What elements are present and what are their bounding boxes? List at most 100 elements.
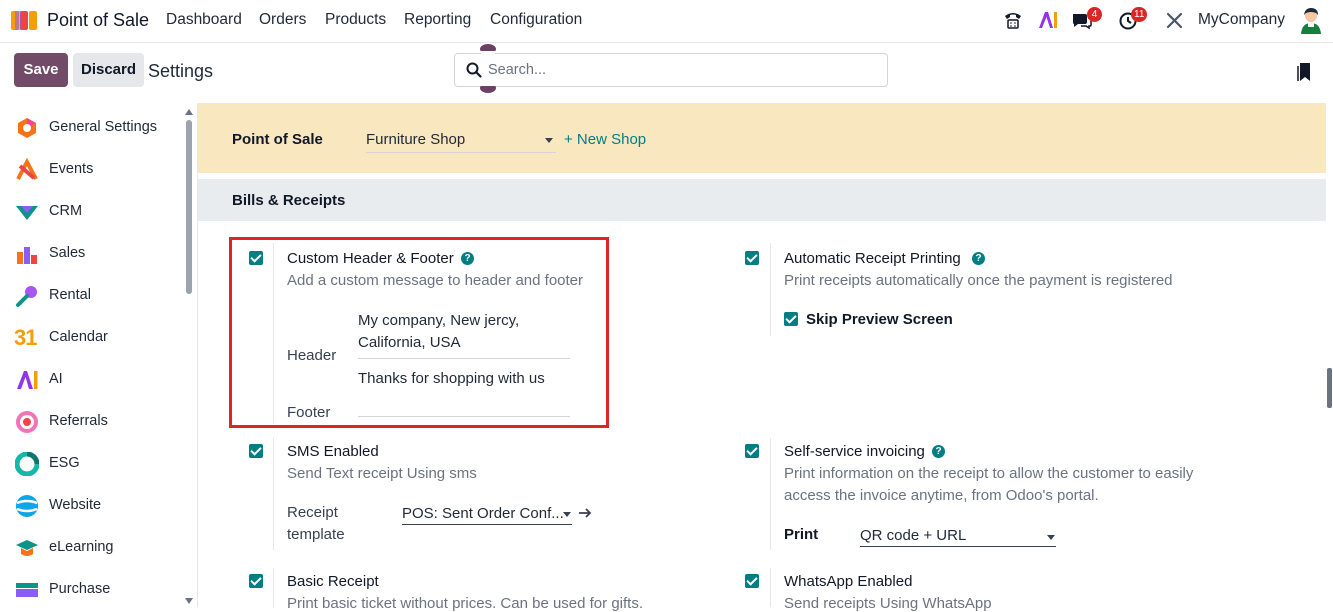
footer-label: Footer bbox=[287, 404, 331, 421]
header-field-underline bbox=[358, 358, 570, 359]
discard-button[interactable]: Discard bbox=[73, 53, 144, 87]
sidebar-item-crm[interactable]: CRM bbox=[0, 190, 180, 232]
pos-app-icon[interactable] bbox=[11, 9, 38, 31]
phone-icon[interactable] bbox=[1003, 11, 1023, 29]
scroll-up-icon[interactable] bbox=[184, 108, 194, 116]
custom-header-footer-checkbox[interactable] bbox=[249, 251, 263, 265]
main-scrollbar[interactable] bbox=[1327, 368, 1332, 408]
app-name[interactable]: Point of Sale bbox=[47, 10, 149, 31]
esg-icon bbox=[15, 452, 39, 476]
purchase-icon bbox=[16, 583, 38, 597]
calendar-icon: 31 bbox=[14, 325, 38, 350]
scroll-down-icon[interactable] bbox=[184, 597, 194, 605]
sidebar-item-ai[interactable]: AI bbox=[0, 358, 180, 400]
sidebar-item-label: CRM bbox=[49, 203, 83, 219]
sidebar-item-purchase[interactable]: Purchase bbox=[0, 568, 180, 610]
print-select[interactable]: QR code + URL bbox=[860, 527, 966, 544]
setting-divider bbox=[770, 243, 771, 336]
skip-preview-label: Skip Preview Screen bbox=[806, 311, 953, 328]
sidebar-item-label: Events bbox=[49, 161, 94, 177]
search-icon bbox=[466, 62, 482, 78]
auto-receipt-checkbox[interactable] bbox=[745, 251, 759, 265]
sidebar-item-sales[interactable]: Sales bbox=[0, 232, 180, 274]
setting-divider bbox=[273, 243, 274, 423]
self-service-title: Self-service invoicing bbox=[784, 443, 925, 460]
breadcrumb-settings: Settings bbox=[148, 61, 214, 81]
bookmark-icon[interactable] bbox=[1297, 62, 1313, 82]
sidebar-item-label: General Settings bbox=[49, 119, 158, 135]
help-icon[interactable]: ? bbox=[932, 445, 945, 458]
save-button[interactable]: Save bbox=[14, 53, 68, 87]
sales-icon bbox=[17, 247, 37, 264]
shop-selector-bar: Point of Sale Furniture Shop + New Shop bbox=[198, 103, 1326, 173]
user-avatar[interactable] bbox=[1297, 6, 1325, 34]
search-input[interactable]: Search... bbox=[488, 62, 546, 78]
skip-preview-checkbox[interactable] bbox=[784, 312, 798, 326]
help-icon[interactable]: ? bbox=[461, 252, 474, 265]
chevron-down-icon[interactable] bbox=[545, 138, 553, 143]
search-bar[interactable]: Search... bbox=[454, 53, 888, 87]
section-header: Bills & Receipts bbox=[198, 179, 1326, 221]
menu-configuration[interactable]: Configuration bbox=[490, 11, 582, 29]
sidebar-item-rental[interactable]: Rental bbox=[0, 274, 180, 316]
sidebar-item-calendar[interactable]: 31 Calendar bbox=[0, 316, 180, 358]
self-service-desc-1: Print information on the receipt to allo… bbox=[784, 465, 1194, 482]
crm-icon bbox=[16, 206, 38, 220]
company-switcher[interactable]: MyCompany bbox=[1198, 11, 1285, 29]
sms-enabled-checkbox[interactable] bbox=[249, 444, 263, 458]
sidebar-item-website[interactable]: Website bbox=[0, 484, 180, 526]
sidebar-item-label: Sales bbox=[49, 245, 86, 261]
auto-receipt-title: Automatic Receipt Printing bbox=[784, 250, 961, 267]
menu-dashboard[interactable]: Dashboard bbox=[166, 11, 242, 29]
section-title: Bills & Receipts bbox=[232, 192, 346, 209]
basic-receipt-checkbox[interactable] bbox=[249, 574, 263, 588]
elearning-icon bbox=[16, 540, 38, 556]
menu-orders[interactable]: Orders bbox=[259, 11, 306, 29]
self-service-desc-2: access the invoice anytime, from Odoo's … bbox=[784, 487, 1099, 504]
basic-receipt-desc: Print basic ticket without prices. Can b… bbox=[287, 595, 643, 612]
setting-divider bbox=[770, 568, 771, 607]
sidebar-item-label: ESG bbox=[49, 455, 80, 471]
sidebar-item-general-settings[interactable]: General Settings bbox=[0, 106, 180, 148]
chevron-down-icon[interactable] bbox=[1047, 535, 1055, 540]
self-service-checkbox[interactable] bbox=[745, 444, 759, 458]
debug-tools-icon[interactable] bbox=[1166, 12, 1183, 29]
sidebar-item-label: Purchase bbox=[49, 581, 111, 597]
header-text-line2[interactable]: California, USA bbox=[358, 334, 461, 351]
drag-handle-bottom-icon bbox=[480, 82, 496, 93]
sidebar-item-elearning[interactable]: eLearning bbox=[0, 526, 180, 568]
sidebar-item-esg[interactable]: ESG bbox=[0, 442, 180, 484]
shop-select[interactable]: Furniture Shop bbox=[366, 131, 465, 148]
custom-header-footer-desc: Add a custom message to header and foote… bbox=[287, 272, 584, 289]
receipt-template-label: Receipt bbox=[287, 504, 338, 521]
sidebar-item-label: Calendar bbox=[49, 329, 108, 345]
settings-sidebar: General Settings Events CRM Sales Rental… bbox=[0, 103, 198, 607]
sidebar-scrollbar[interactable] bbox=[186, 120, 192, 294]
events-icon bbox=[16, 158, 38, 180]
activity-badge: 11 bbox=[1131, 7, 1148, 22]
general-settings-icon bbox=[18, 118, 36, 138]
whatsapp-checkbox[interactable] bbox=[745, 574, 759, 588]
help-icon[interactable]: ? bbox=[972, 252, 985, 265]
print-select-underline bbox=[860, 546, 1056, 547]
sidebar-item-referrals[interactable]: Referrals bbox=[0, 400, 180, 442]
setting-divider bbox=[273, 568, 274, 607]
website-icon bbox=[16, 495, 38, 517]
ai-icon[interactable] bbox=[1038, 11, 1058, 29]
arrow-right-icon[interactable] bbox=[578, 507, 592, 519]
footer-text[interactable]: Thanks for shopping with us bbox=[358, 370, 545, 387]
header-label: Header bbox=[287, 347, 337, 364]
sidebar-item-events[interactable]: Events bbox=[0, 148, 180, 190]
footer-field-underline bbox=[358, 416, 570, 417]
sidebar-item-label: Website bbox=[49, 497, 102, 513]
menu-reporting[interactable]: Reporting bbox=[404, 11, 471, 29]
header-text-line1[interactable]: My company, New jercy, bbox=[358, 312, 519, 329]
receipt-template-select[interactable]: POS: Sent Order Conf... bbox=[402, 505, 564, 522]
menu-products[interactable]: Products bbox=[325, 11, 386, 29]
print-label: Print bbox=[784, 526, 819, 543]
top-navbar: Point of Sale Dashboard Orders Products … bbox=[0, 0, 1333, 43]
chevron-down-icon[interactable] bbox=[563, 512, 571, 517]
new-shop-button[interactable]: + New Shop bbox=[564, 131, 646, 148]
setting-divider bbox=[273, 438, 274, 550]
drag-handle-top-icon bbox=[480, 44, 496, 55]
